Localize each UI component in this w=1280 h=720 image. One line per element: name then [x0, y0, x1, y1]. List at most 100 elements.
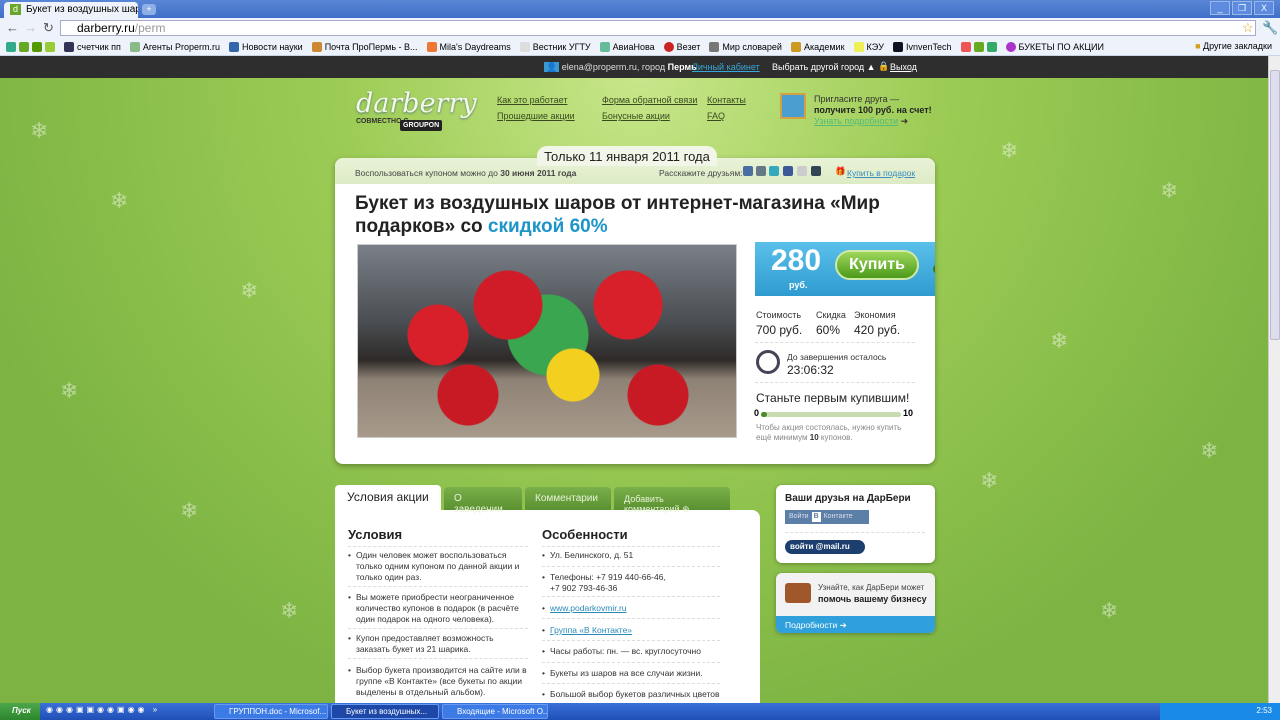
conditions-panel: Условия Один человек может воспользовать… — [335, 510, 760, 710]
choose-city-dropdown[interactable]: Выбрать другой город ▲ — [772, 62, 876, 72]
darberry-logo[interactable]: darberry — [356, 88, 477, 119]
bookmark[interactable]: БУКЕТЫ ПО АКЦИИ — [1005, 40, 1104, 53]
divider — [348, 546, 528, 547]
feedback-link[interactable]: Форма обратной связи — [602, 95, 697, 105]
bookmark-label: Академик — [803, 41, 845, 52]
tab-about-venue[interactable]: О заведении — [444, 487, 522, 515]
mailru-login-button[interactable]: войти @mail.ru — [785, 540, 865, 554]
biz-details-link[interactable]: Подробности ➔ — [776, 616, 935, 633]
quick-launch-icons[interactable]: ◉◉◉▣▣◉◉▣◉◉ » — [46, 705, 160, 714]
bookmark[interactable]: IvnvenTech — [892, 40, 952, 53]
city-prefix: , город — [636, 62, 666, 72]
saving-value: 420 руб. — [854, 323, 901, 337]
scrollbar[interactable] — [1268, 56, 1280, 703]
website-link[interactable]: www.podarkovmir.ru — [550, 603, 627, 613]
bookmark[interactable]: Академик — [790, 40, 845, 53]
vkontakte-icon[interactable] — [743, 166, 753, 176]
minimize-button[interactable]: _ — [1210, 1, 1230, 15]
until-prefix: Воспользоваться купоном можно до — [355, 168, 501, 178]
livejournal-icon[interactable] — [811, 166, 821, 176]
bookmark[interactable]: Агенты Properm.ru — [129, 40, 220, 53]
bookmark[interactable]: счетчик пп — [64, 40, 121, 53]
snowflake-icon: ❄ — [1160, 178, 1179, 203]
bookmark-label: Везет — [676, 41, 701, 52]
tab-add-comment[interactable]: Добавить комментарий ⊕ — [614, 487, 730, 514]
business-promo: Узнайте, как ДарБери может помочь вашему… — [776, 573, 935, 633]
snowflake-icon: ❄ — [1000, 138, 1019, 163]
vk-login-label: Войти — [789, 513, 809, 520]
forward-icon[interactable]: → — [24, 20, 37, 35]
vk-group-link[interactable]: Группа «В Контакте» — [550, 625, 632, 635]
taskbar-window-word[interactable]: ГРУППОН.doc - Microsof... — [214, 704, 328, 719]
cost-label: Стоимость — [756, 310, 802, 320]
odnoklassniki-icon[interactable] — [756, 166, 766, 176]
taskbar-window-browser[interactable]: Букет из воздушных... — [331, 704, 439, 719]
biz-line1: Узнайте, как ДарБери может — [818, 583, 925, 592]
bookmark-label: Агенты Properm.ru — [142, 41, 220, 52]
bookmark-label: Мир словарей — [722, 41, 782, 52]
bookmark[interactable]: Почта ПроПермь - В... — [311, 40, 418, 53]
browser-tab[interactable]: d Букет из воздушных шар... — [4, 2, 138, 18]
reload-icon[interactable]: ↻ — [43, 20, 54, 36]
invite-line1: Пригласите друга — — [814, 94, 900, 104]
bookmark-icons[interactable] — [960, 40, 997, 53]
maximize-button[interactable]: ❐ — [1232, 1, 1252, 15]
condition-item: Купон предоставляет возможность заказать… — [348, 633, 528, 655]
start-button[interactable]: Пуск — [0, 703, 40, 720]
favicon-icon: d — [10, 4, 21, 15]
bonus-deals-link[interactable]: Бонусные акции — [602, 111, 670, 121]
bookmark[interactable]: КЭУ — [853, 40, 884, 53]
feature-vk-group: Группа «В Контакте» — [542, 625, 722, 636]
bookmark[interactable]: АвиаНова — [599, 40, 655, 53]
buy-as-gift-link[interactable]: Купить в подарок — [847, 168, 915, 178]
taskbar-window-outlook[interactable]: Входящие - Microsoft O... — [442, 704, 548, 719]
facebook-icon[interactable] — [783, 166, 793, 176]
invite-more-link[interactable]: Узнать подробности — [814, 116, 898, 126]
personal-cabinet-link[interactable]: Личный кабинет — [692, 62, 760, 72]
contacts-link[interactable]: Контакты — [707, 95, 746, 105]
url-path: /perm — [134, 21, 166, 35]
folder-icon: ■ — [1195, 41, 1201, 51]
tab-comments[interactable]: Комментарии — [525, 487, 611, 510]
wrench-icon[interactable]: 🔧 — [1262, 20, 1278, 36]
how-it-works-link[interactable]: Как это работает — [497, 95, 567, 105]
close-button[interactable]: X — [1254, 1, 1274, 15]
divider — [542, 618, 720, 619]
divider — [348, 586, 528, 587]
bookmark[interactable]: Новости науки — [229, 40, 303, 53]
condition-item: Один человек может воспользоваться тольк… — [348, 550, 528, 583]
vk-login-button[interactable]: Войти B Контакте — [785, 510, 869, 524]
past-deals-link[interactable]: Прошедшие акции — [497, 111, 575, 121]
back-icon[interactable]: ← — [6, 20, 19, 35]
divider — [542, 546, 720, 547]
address-bar[interactable]: darberry.ru/perm — [60, 20, 1256, 36]
bookmark[interactable]: Мир словарей — [709, 40, 782, 53]
condition-item: Вы можете приобрести неограниченное коли… — [348, 592, 528, 625]
tab-conditions[interactable]: Условия акции — [335, 485, 441, 511]
bookmark-label: КЭУ — [866, 41, 884, 52]
faq-link[interactable]: FAQ — [707, 111, 725, 121]
discount-label: Скидка — [816, 310, 846, 320]
note-suffix: купонов. — [818, 433, 853, 442]
snowflake-icon: ❄ — [1100, 598, 1119, 623]
scrollbar-thumb[interactable] — [1270, 70, 1280, 340]
snowflake-icon: ❄ — [60, 378, 79, 403]
bookmark-icons[interactable] — [6, 40, 55, 53]
bookmark[interactable]: Вестник УГТУ — [519, 40, 591, 53]
bookmark[interactable]: Mila's Daydreams — [426, 40, 511, 53]
bookmark[interactable]: Везет — [663, 40, 701, 53]
other-bookmarks[interactable]: ■ Другие закладки — [1195, 41, 1272, 51]
site-user-bar: 👤 elena@properm.ru, город Пермь Личный к… — [0, 56, 1268, 78]
buy-button[interactable]: Купить — [835, 250, 919, 280]
deal-photo-balloon-bouquet — [357, 244, 737, 438]
logout-link[interactable]: Выход — [890, 62, 917, 72]
twitter-icon[interactable] — [769, 166, 779, 176]
price-tag: 280 руб. Купить — [755, 242, 935, 296]
star-icon[interactable]: ☆ — [1242, 20, 1254, 36]
divider — [755, 382, 915, 383]
divider — [785, 532, 925, 533]
gift-icon — [780, 93, 806, 119]
email-icon[interactable] — [797, 166, 807, 176]
new-tab-button[interactable]: + — [142, 4, 156, 15]
divider — [348, 658, 528, 659]
